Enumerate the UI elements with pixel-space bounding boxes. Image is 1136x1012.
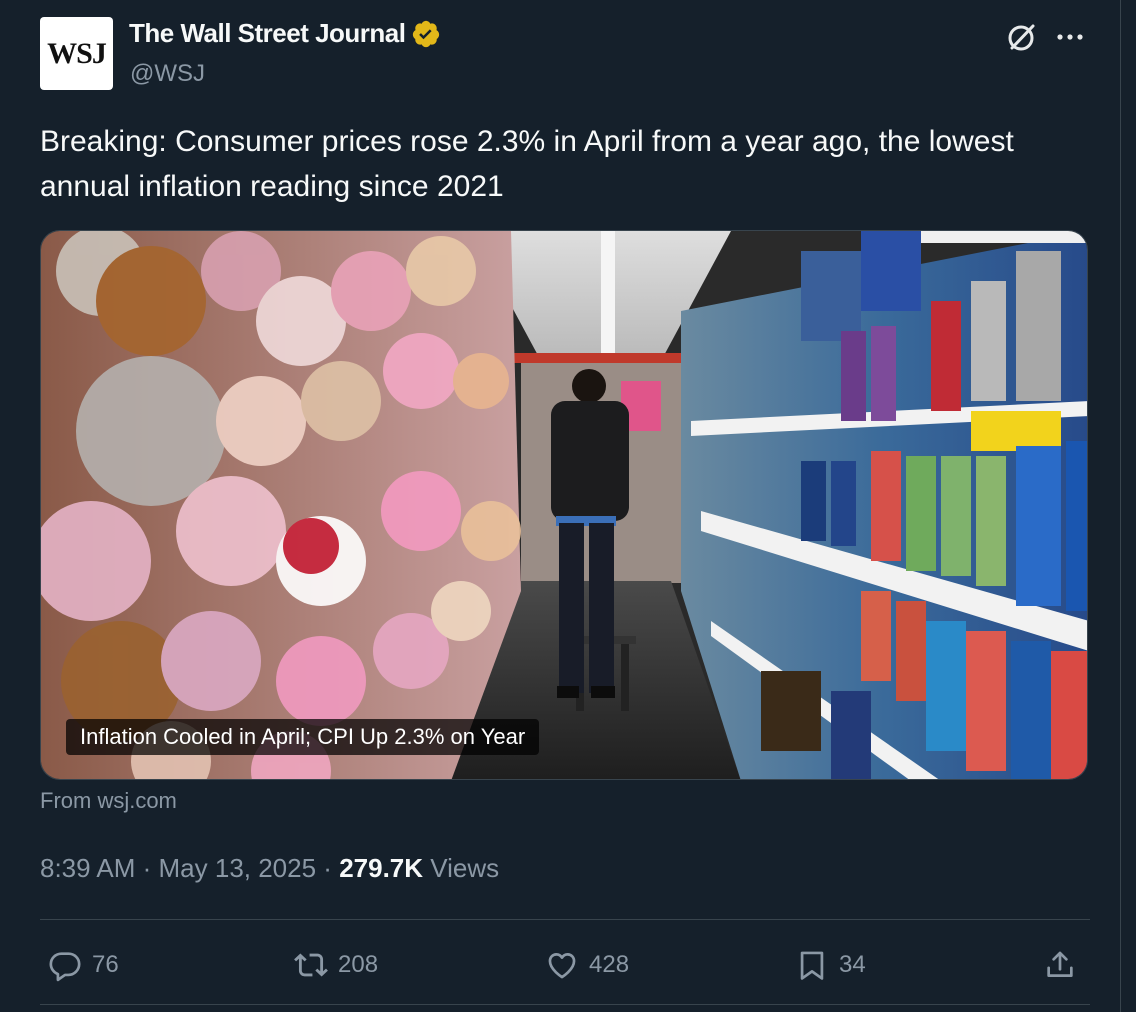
- bookmark-icon: [800, 951, 824, 980]
- link-card-source[interactable]: From wsj.com: [40, 788, 177, 814]
- author-name-row: The Wall Street Journal: [129, 18, 441, 49]
- reply-count: 76: [92, 951, 119, 978]
- like-icon: [548, 953, 576, 979]
- verified-badge-icon[interactable]: [411, 19, 441, 49]
- reply-button[interactable]: 76: [48, 940, 119, 990]
- repost-icon: [294, 953, 328, 977]
- views-label: Views: [423, 853, 500, 883]
- repost-count: 208: [338, 951, 379, 978]
- share-button[interactable]: [1043, 940, 1087, 990]
- tweet-actions: 76 208 428 34: [40, 940, 1090, 990]
- author-handle[interactable]: @WSJ: [130, 60, 205, 88]
- like-count: 428: [589, 951, 630, 978]
- avatar-logo-text: WSJ: [47, 36, 107, 70]
- meta-separator: ·: [316, 853, 340, 883]
- divider: [40, 1004, 1090, 1005]
- more-icon[interactable]: [1052, 20, 1088, 54]
- link-card-caption: Inflation Cooled in April; CPI Up 2.3% o…: [66, 719, 540, 755]
- views-count: 279.7K: [339, 853, 424, 883]
- tweet-time[interactable]: 8:39 AM: [40, 853, 135, 884]
- like-button[interactable]: 428: [545, 940, 629, 990]
- meta-separator: ·: [135, 853, 159, 883]
- bookmark-count: 34: [839, 951, 866, 978]
- share-icon: [1047, 951, 1073, 977]
- tweet-metadata: 8:39 AM · May 13, 2025 · 279.7K Views: [40, 853, 499, 884]
- avatar[interactable]: WSJ: [40, 17, 113, 90]
- tweet-date[interactable]: May 13, 2025: [159, 853, 317, 884]
- tweet-text: Breaking: Consumer prices rose 2.3% in A…: [40, 125, 1014, 203]
- bookmark-button[interactable]: 34: [795, 940, 866, 990]
- tweet-container: WSJ The Wall Street Journal @WSJ Breakin…: [0, 0, 1121, 1012]
- divider: [40, 919, 1090, 920]
- author-display-name[interactable]: The Wall Street Journal: [129, 18, 406, 49]
- store-aisle-photo: [41, 231, 1087, 779]
- repost-button[interactable]: 208: [294, 940, 378, 990]
- grok-icon[interactable]: [1003, 19, 1039, 55]
- link-card-image[interactable]: Inflation Cooled in April; CPI Up 2.3% o…: [40, 230, 1088, 780]
- reply-icon: [49, 952, 81, 982]
